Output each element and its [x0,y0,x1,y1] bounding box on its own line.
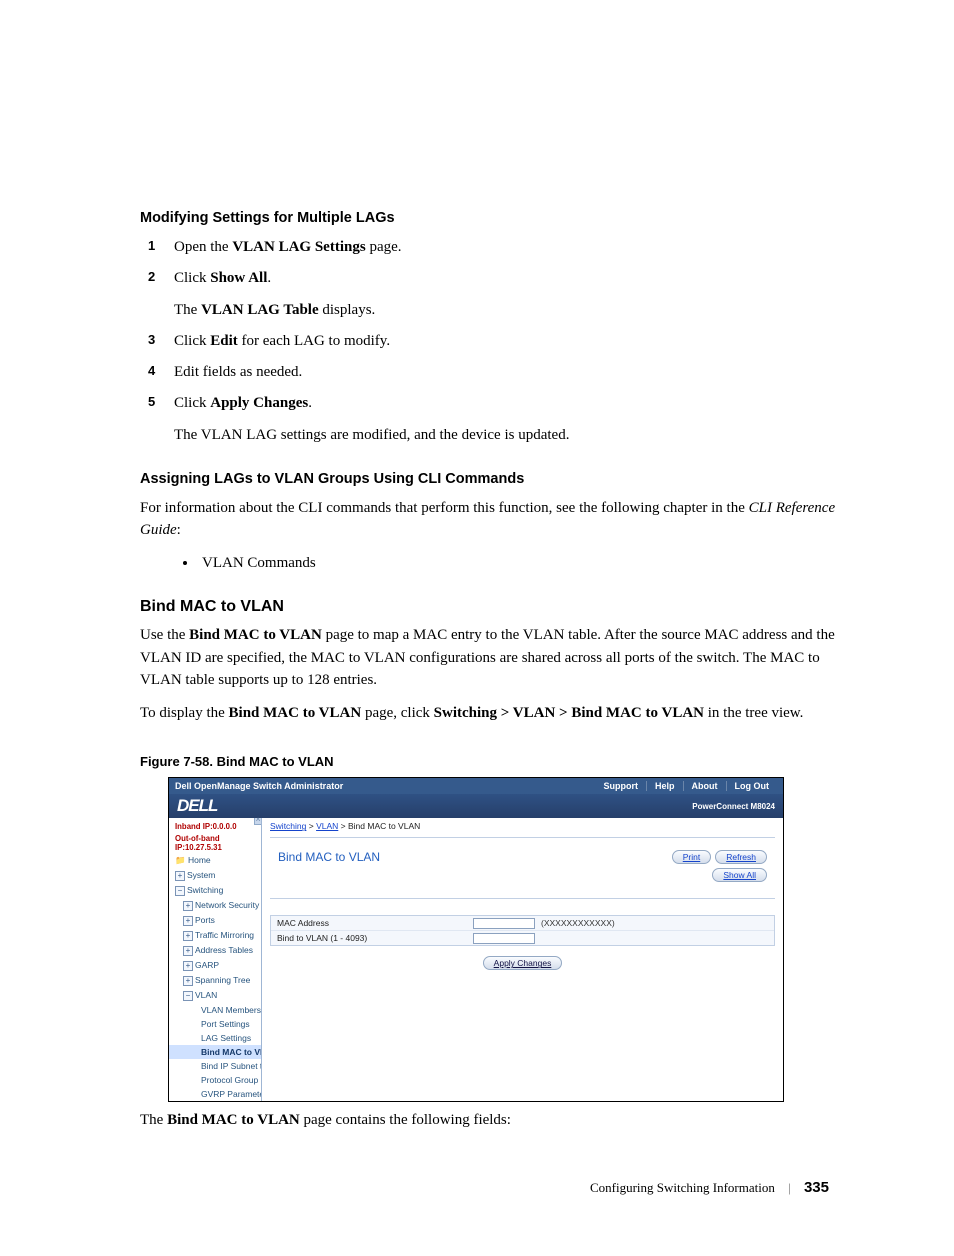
step-num: 4 [148,361,155,381]
plus-icon[interactable]: + [183,961,193,971]
refresh-button[interactable]: Refresh [715,850,767,864]
logout-link[interactable]: Log Out [726,781,778,791]
minus-icon[interactable]: − [183,991,193,1001]
step-num: 5 [148,392,155,412]
figure-caption: Figure 7-58. Bind MAC to VLAN [140,754,839,769]
step-num: 3 [148,330,155,350]
vlan-commands-list: VLAN Commands [198,552,839,575]
footer-separator: | [788,1180,791,1195]
tree-system[interactable]: +System [169,868,261,883]
step-subtext: The VLAN LAG settings are modified, and … [174,424,839,447]
heading-modifying: Modifying Settings for Multiple LAGs [140,210,839,226]
nav-tree: ˄ Inband IP:0.0.0.0 Out-of-band IP:10.27… [169,818,262,1101]
help-link[interactable]: Help [646,781,683,791]
plus-icon[interactable]: + [183,976,193,986]
form-box: MAC Address (XXXXXXXXXXXX) Bind to VLAN … [270,915,775,946]
mac-hint: (XXXXXXXXXXXX) [541,918,615,928]
dell-logo: DELL [177,796,217,816]
app-topbar: Dell OpenManage Switch Administrator Sup… [169,778,783,794]
fields-intro: The Bind MAC to VLAN page contains the f… [140,1112,839,1129]
step-text: Open the VLAN LAG Settings page. [174,239,402,255]
tree-network-security[interactable]: +Network Security [169,898,261,913]
product-name: PowerConnect M8024 [692,802,775,811]
tree-ports[interactable]: +Ports [169,913,261,928]
tree-address-tables[interactable]: +Address Tables [169,943,261,958]
inband-ip: Inband IP:0.0.0.0 [169,820,261,832]
showall-button[interactable]: Show All [712,868,767,882]
step-1: 1 Open the VLAN LAG Settings page. [140,236,839,259]
app-title: Dell OpenManage Switch Administrator [175,781,343,791]
banner: DELL PowerConnect M8024 [169,794,783,818]
bind-paragraph-1: Use the Bind MAC to VLAN page to map a M… [140,624,839,692]
tree-protocol-group[interactable]: Protocol Group [169,1073,261,1087]
tree-lag-settings[interactable]: LAG Settings [169,1031,261,1045]
oob-ip: Out-of-band IP:10.27.5.31 [169,832,261,853]
tree-vlan[interactable]: −VLAN [169,988,261,1003]
step-text: Click Edit for each LAG to modify. [174,333,390,349]
list-item: VLAN Commands [198,552,839,575]
footer-section: Configuring Switching Information [590,1180,775,1195]
step-text: Click Apply Changes. [174,395,312,411]
steps-list: 1 Open the VLAN LAG Settings page. 2 Cli… [140,236,839,447]
breadcrumb: Switching > VLAN > Bind MAC to VLAN [270,820,775,837]
step-text: Click Show All. [174,270,271,286]
about-link[interactable]: About [683,781,726,791]
heading-assign: Assigning LAGs to VLAN Groups Using CLI … [140,471,839,487]
step-num: 1 [148,236,155,256]
content-pane: Switching > VLAN > Bind MAC to VLAN Bind… [262,818,783,1101]
plus-icon[interactable]: + [175,871,185,881]
step-5: 5 Click Apply Changes. The VLAN LAG sett… [140,392,839,447]
app-screenshot: Dell OpenManage Switch Administrator Sup… [168,777,784,1102]
crumb-current: Bind MAC to VLAN [348,821,420,831]
apply-changes-button[interactable]: Apply Changes [483,956,563,970]
tree-home[interactable]: 📁 Home [169,853,261,868]
tree-gvrp[interactable]: GVRP Parameters [169,1087,261,1101]
toplinks: Support Help About Log Out [595,781,777,791]
assign-paragraph: For information about the CLI commands t… [140,497,839,542]
tree-port-settings[interactable]: Port Settings [169,1017,261,1031]
tree-spanning-tree[interactable]: +Spanning Tree [169,973,261,988]
bind-paragraph-2: To display the Bind MAC to VLAN page, cl… [140,702,839,725]
crumb-switching[interactable]: Switching [270,821,306,831]
tree-garp[interactable]: +GARP [169,958,261,973]
plus-icon[interactable]: + [183,931,193,941]
step-4: 4 Edit fields as needed. [140,361,839,384]
support-link[interactable]: Support [595,781,646,791]
minus-icon[interactable]: − [175,886,185,896]
bind-vlan-label: Bind to VLAN (1 - 4093) [271,932,473,944]
plus-icon[interactable]: + [183,901,193,911]
tree-bind-ip[interactable]: Bind IP Subnet to V [169,1059,261,1073]
page-footer: Configuring Switching Information | 335 [140,1179,839,1196]
scroll-up-icon[interactable]: ˄ [254,818,261,825]
footer-page-number: 335 [804,1179,829,1196]
step-3: 3 Click Edit for each LAG to modify. [140,330,839,353]
step-num: 2 [148,267,155,287]
tree-vlan-membership[interactable]: VLAN Membership [169,1003,261,1017]
tree-bind-mac[interactable]: Bind MAC to VLAN [169,1045,261,1059]
step-text: Edit fields as needed. [174,364,302,380]
tree-switching[interactable]: −Switching [169,883,261,898]
mac-address-input[interactable] [473,918,535,929]
mac-address-label: MAC Address [271,917,473,929]
crumb-vlan[interactable]: VLAN [316,821,338,831]
tree-traffic-mirroring[interactable]: +Traffic Mirroring [169,928,261,943]
heading-bind: Bind MAC to VLAN [140,598,839,616]
step-2: 2 Click Show All. The VLAN LAG Table dis… [140,267,839,322]
bind-vlan-input[interactable] [473,933,535,944]
step-subtext: The VLAN LAG Table displays. [174,299,839,322]
print-button[interactable]: Print [672,850,711,864]
plus-icon[interactable]: + [183,946,193,956]
plus-icon[interactable]: + [183,916,193,926]
page-title: Bind MAC to VLAN [278,850,380,864]
